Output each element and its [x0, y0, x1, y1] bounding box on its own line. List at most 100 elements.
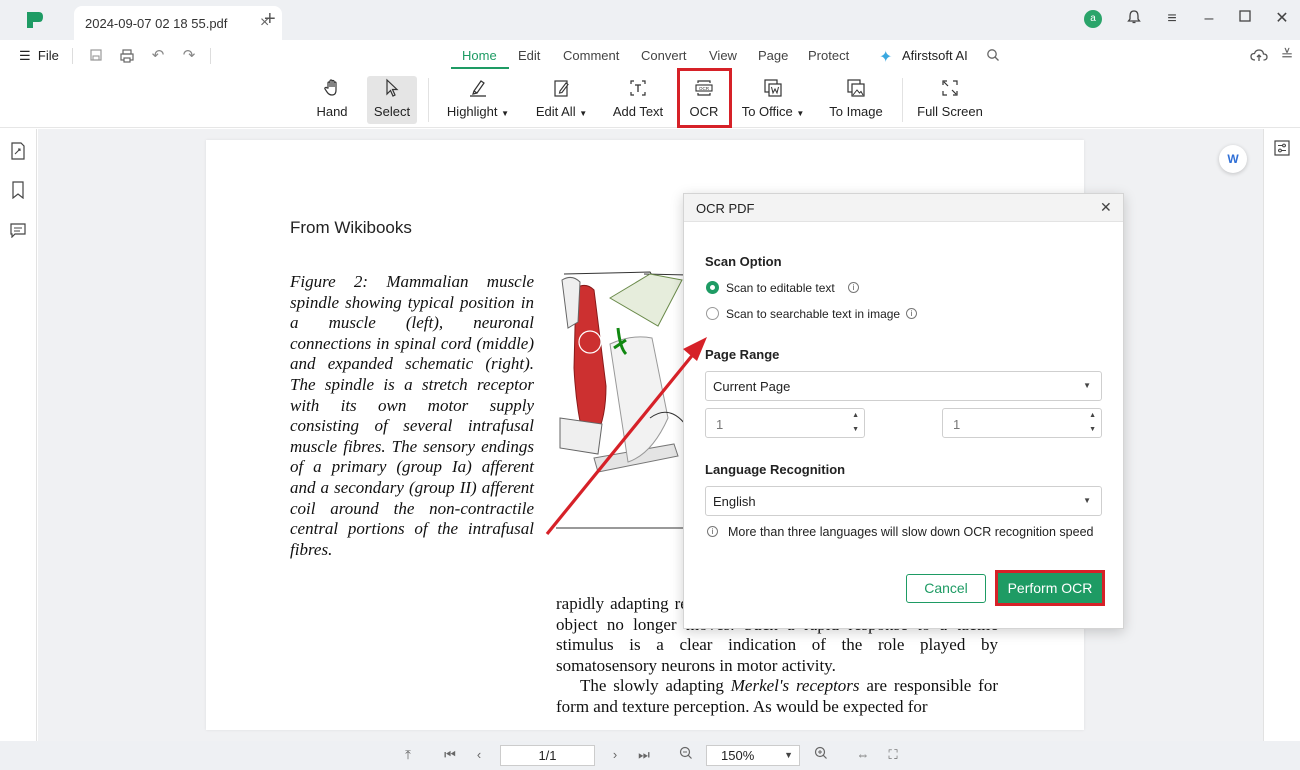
close-icon[interactable]: ✕ [1100, 199, 1112, 216]
thumbnail-icon[interactable] [9, 142, 27, 160]
page-range-select[interactable]: Current Page ▼ [705, 371, 1102, 401]
close-window-icon[interactable]: ✕ [1272, 9, 1292, 29]
file-menu[interactable]: ☰ File [19, 48, 59, 64]
to-office-icon [762, 78, 784, 100]
range-to-stepper[interactable]: 1 ▲ ▼ [942, 408, 1102, 438]
search-icon[interactable] [984, 48, 1002, 66]
language-note: More than three languages will slow down… [728, 525, 1094, 539]
page-number-input[interactable]: 1/1 [500, 745, 595, 766]
to-image-button[interactable]: To Image [826, 76, 886, 124]
hand-icon [321, 78, 343, 100]
info-icon[interactable]: i [906, 308, 917, 319]
body-text-span: The slowly adapting [580, 676, 731, 696]
info-icon[interactable]: i [848, 282, 859, 293]
radio-searchable-text[interactable] [706, 307, 719, 320]
cloud-upload-icon[interactable] [1250, 48, 1268, 66]
range-from-stepper[interactable]: 1 ▲ ▼ [705, 408, 865, 438]
first-page-icon[interactable]: ⤒ [399, 746, 417, 764]
file-menu-label: File [37, 48, 59, 63]
language-title: Language Recognition [705, 462, 846, 477]
hand-button[interactable]: Hand [308, 76, 356, 124]
ai-assistant-button[interactable]: Afirstsoft AI [902, 48, 968, 63]
tab-convert[interactable]: Convert [641, 48, 687, 63]
full-screen-button[interactable]: Full Screen [917, 76, 983, 124]
properties-icon[interactable] [1273, 140, 1291, 158]
tab-view[interactable]: View [709, 48, 737, 63]
cancel-button[interactable]: Cancel [906, 574, 986, 603]
minimize-icon[interactable]: – [1199, 9, 1219, 29]
dialog-header: OCR PDF ✕ [684, 194, 1123, 222]
divider [428, 78, 429, 122]
cursor-icon [381, 78, 403, 100]
decrement-icon[interactable]: ▼ [1089, 426, 1096, 433]
comment-icon[interactable] [9, 222, 27, 240]
to-image-label: To Image [829, 104, 883, 119]
menu-bar: ☰ File ↶ ↷ Home Edit Comment Convert Vie… [0, 40, 1300, 72]
print-icon[interactable] [118, 48, 136, 66]
radio-editable-text[interactable] [706, 281, 719, 294]
maximize-icon[interactable] [1235, 9, 1255, 29]
left-sidebar [0, 129, 37, 741]
tab-edit[interactable]: Edit [518, 48, 540, 63]
increment-icon[interactable]: ▲ [1089, 412, 1096, 419]
ribbon-toolbar: Hand Select Highlight ▼ Edit All ▼ Add T… [0, 72, 1300, 128]
perform-ocr-button[interactable]: Perform OCR [995, 570, 1105, 606]
page-range-value: Current Page [713, 379, 791, 394]
increment-icon[interactable]: ▲ [852, 412, 859, 419]
prev-page-icon[interactable]: ‹ [470, 746, 488, 764]
body-paragraph-2: The slowly adapting Merkel's receptors a… [556, 676, 998, 717]
new-tab-icon[interactable]: + [264, 9, 276, 29]
chevron-down-icon: ▼ [796, 109, 805, 118]
fit-width-icon[interactable]: ⇔ [854, 746, 872, 764]
add-text-button[interactable]: Add Text [610, 76, 666, 124]
tab-page[interactable]: Page [758, 48, 788, 63]
avatar[interactable]: a [1084, 10, 1102, 28]
translate-icon[interactable]: W [1219, 145, 1247, 173]
scan-option-title: Scan Option [705, 254, 782, 269]
last-page-icon[interactable]: ⏭ [635, 746, 653, 764]
save-icon[interactable] [87, 48, 105, 66]
language-select[interactable]: English ▼ [705, 486, 1102, 516]
tab-comment[interactable]: Comment [563, 48, 619, 63]
radio-searchable-text-label: Scan to searchable text in image [726, 307, 901, 321]
dialog-title: OCR PDF [696, 201, 755, 216]
info-icon: i [707, 526, 718, 537]
fit-page-icon[interactable]: ⛶ [884, 746, 902, 764]
chevron-down-icon: ▼ [501, 109, 510, 118]
menu-icon[interactable]: ≡ [1162, 9, 1182, 29]
select-button[interactable]: Select [367, 76, 417, 124]
highlight-button[interactable]: Highlight ▼ [444, 76, 512, 124]
bell-icon[interactable] [1124, 9, 1144, 29]
skip-back-icon[interactable]: ⏮ [441, 746, 459, 764]
full-screen-icon [939, 78, 961, 100]
full-screen-label: Full Screen [917, 104, 983, 119]
add-text-icon [627, 78, 649, 100]
title-bar: 2024-09-07 02 18 55.pdf × + a ≡ – ✕ [0, 0, 1300, 40]
chevron-down-icon: ▼ [1083, 496, 1091, 505]
bookmark-icon[interactable] [9, 181, 27, 200]
zoom-value: 150% [721, 748, 755, 763]
document-tab[interactable]: 2024-09-07 02 18 55.pdf × [74, 6, 282, 40]
to-image-icon [845, 78, 867, 100]
next-page-icon[interactable]: › [606, 746, 624, 764]
divider [210, 48, 211, 64]
tab-home[interactable]: Home [462, 48, 497, 63]
redo-icon[interactable]: ↷ [180, 48, 198, 66]
figure-caption: Figure 2: Mammalian muscle spindle showi… [290, 272, 534, 559]
undo-icon[interactable]: ↶ [149, 48, 167, 66]
ocr-highlight-box [677, 68, 732, 128]
perform-ocr-label: Perform OCR [1007, 580, 1093, 596]
select-label: Select [373, 104, 411, 119]
zoom-in-icon[interactable] [812, 746, 830, 764]
chevron-down-icon: ▼ [1083, 381, 1091, 390]
status-bar: ⤒ ⏮ ‹ 1/1 › ⏭ 150% ▼ ⇔ ⛶ [0, 741, 1300, 770]
collapse-ribbon-icon[interactable]: ≚ [1278, 48, 1296, 66]
page-range-title: Page Range [705, 347, 780, 362]
edit-all-button[interactable]: Edit All ▼ [533, 76, 590, 124]
to-office-button[interactable]: To Office ▼ [740, 76, 806, 124]
decrement-icon[interactable]: ▼ [852, 426, 859, 433]
zoom-select[interactable]: 150% ▼ [706, 745, 800, 766]
zoom-out-icon[interactable] [677, 746, 695, 764]
document-heading: From Wikibooks [290, 218, 412, 237]
tab-protect[interactable]: Protect [808, 48, 849, 63]
